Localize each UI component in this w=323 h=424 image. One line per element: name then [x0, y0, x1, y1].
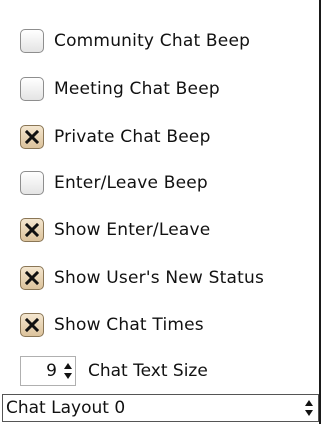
option-label: Community Chat Beep — [54, 31, 251, 51]
option-show-chat-times[interactable]: Show Chat Times — [20, 310, 204, 340]
option-meeting-chat-beep[interactable]: Meeting Chat Beep — [20, 74, 220, 104]
checkbox-icon[interactable] — [20, 313, 44, 337]
option-label: Show Enter/Leave — [54, 220, 211, 240]
spinner-arrows-icon[interactable] — [60, 356, 76, 386]
checkbox-icon[interactable] — [20, 29, 44, 53]
option-community-chat-beep[interactable]: Community Chat Beep — [20, 26, 250, 56]
chat-layout-select[interactable]: Chat Layout 0 — [2, 394, 319, 422]
option-label: Meeting Chat Beep — [54, 79, 220, 99]
option-private-chat-beep[interactable]: Private Chat Beep — [20, 122, 211, 152]
chat-text-size-input[interactable]: 9 — [20, 356, 60, 386]
option-label: Show Chat Times — [54, 315, 204, 335]
option-label: Enter/Leave Beep — [54, 173, 208, 193]
checkbox-icon[interactable] — [20, 171, 44, 195]
checkbox-icon[interactable] — [20, 125, 44, 149]
checkbox-icon[interactable] — [20, 266, 44, 290]
chat-text-size-label: Chat Text Size — [88, 361, 208, 381]
checkbox-icon[interactable] — [20, 218, 44, 242]
chat-options-panel: Community Chat Beep Meeting Chat Beep Pr… — [0, 0, 321, 424]
option-label: Show User's New Status — [54, 268, 265, 288]
chat-layout-value: Chat Layout 0 — [6, 398, 126, 418]
option-show-user-new-status[interactable]: Show User's New Status — [20, 263, 264, 293]
checkbox-icon[interactable] — [20, 77, 44, 101]
chat-text-size-control: 9 Chat Text Size — [20, 356, 208, 386]
select-arrows-icon — [305, 400, 313, 416]
option-show-enter-leave[interactable]: Show Enter/Leave — [20, 215, 210, 245]
option-enter-leave-beep[interactable]: Enter/Leave Beep — [20, 168, 208, 198]
option-label: Private Chat Beep — [54, 127, 211, 147]
